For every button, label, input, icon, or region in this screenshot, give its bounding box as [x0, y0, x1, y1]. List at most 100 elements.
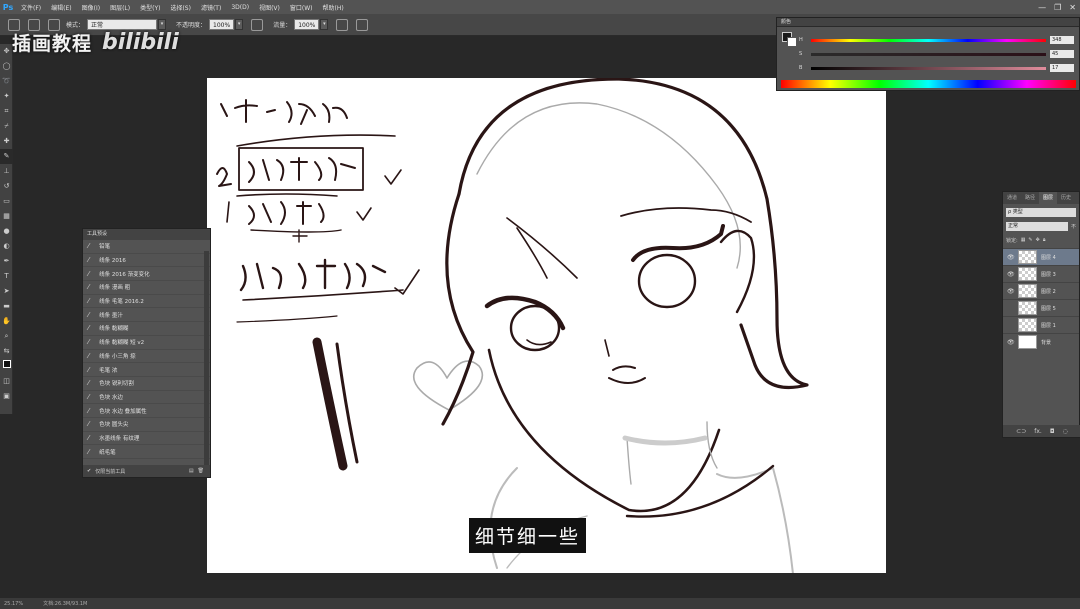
menu-3d[interactable]: 3D(D)	[226, 4, 254, 11]
brightness-slider[interactable]	[811, 67, 1046, 70]
background-swatch[interactable]	[787, 37, 797, 47]
eye-icon[interactable]: 👁︎	[1007, 339, 1015, 346]
link-layers-icon[interactable]: ⊂⊃	[1016, 428, 1026, 435]
hand-tool-icon[interactable]: ✋	[0, 314, 13, 329]
shape-tool-icon[interactable]: ▬	[0, 299, 13, 314]
brush-tool-icon[interactable]: ✎	[0, 149, 13, 164]
lasso-tool-icon[interactable]: ➰	[0, 74, 13, 89]
gradient-tool-icon[interactable]: ▦	[0, 209, 13, 224]
tab-paths[interactable]: 路径	[1021, 192, 1039, 204]
close-icon[interactable]: ✕	[1069, 3, 1076, 12]
preset-item[interactable]: ⁄ 色块 水边 叠加属性	[83, 404, 210, 418]
lock-pixels-icon[interactable]: ▦	[1021, 237, 1026, 243]
brightness-value-input[interactable]: 17	[1050, 64, 1074, 72]
preset-item[interactable]: ⁄ 纸毛笔	[83, 445, 210, 459]
preset-item[interactable]: ⁄ 线条 黏糊糊	[83, 322, 210, 336]
pressure-size-icon[interactable]	[356, 18, 369, 31]
quick-mask-icon[interactable]: ◫	[0, 374, 13, 389]
history-brush-icon[interactable]: ↺	[0, 179, 13, 194]
chevron-down-icon[interactable]: ▾	[235, 19, 244, 30]
preset-item[interactable]: ⁄ 色块 锐利切割	[83, 377, 210, 391]
type-tool-icon[interactable]: T	[0, 269, 13, 284]
preset-item[interactable]: ⁄ 毛笔 浓	[83, 363, 210, 377]
menu-layer[interactable]: 图层(L)	[105, 3, 135, 12]
menu-select[interactable]: 选择(S)	[165, 3, 196, 12]
preset-item[interactable]: ⁄ 线条 2016	[83, 254, 210, 268]
menu-type[interactable]: 类型(Y)	[135, 3, 165, 12]
document-canvas[interactable]	[207, 78, 886, 573]
chevron-down-icon[interactable]: ▾	[320, 19, 329, 30]
preset-item[interactable]: ⁄ 线条 毛笔 2016.2	[83, 295, 210, 309]
layer-name: 图层 2	[1041, 288, 1056, 295]
preset-item[interactable]: ⁄ 铅笔	[83, 240, 210, 254]
zoom-level[interactable]: 25.17%	[4, 601, 23, 607]
flow-input[interactable]: 100%	[294, 19, 320, 30]
restore-icon[interactable]: ❐	[1054, 3, 1061, 12]
trash-icon[interactable]: 🗑︎	[198, 468, 204, 474]
pressure-opacity-icon[interactable]	[251, 18, 264, 31]
menu-help[interactable]: 帮助(H)	[318, 3, 349, 12]
menu-filter[interactable]: 滤镜(T)	[196, 3, 226, 12]
preset-item[interactable]: ⁄ 线条 漫画 粗	[83, 281, 210, 295]
menu-image[interactable]: 图像(I)	[77, 3, 105, 12]
dodge-tool-icon[interactable]: ◐	[0, 239, 13, 254]
layer-row[interactable]: 👁︎ 图层 2	[1003, 282, 1079, 299]
preset-item[interactable]: ⁄ 线条 黏糊糊 短 v2	[83, 336, 210, 350]
preset-scrollbar[interactable]	[204, 251, 209, 471]
layer-row[interactable]: 👁︎ 图层 3	[1003, 265, 1079, 282]
zoom-tool-icon[interactable]: ⌕	[0, 329, 13, 344]
tab-channels[interactable]: 通道	[1003, 192, 1021, 204]
menu-file[interactable]: 文件(F)	[16, 3, 46, 12]
lock-brush-icon[interactable]: ✎	[1028, 237, 1032, 243]
foreground-color-swatch[interactable]	[0, 359, 13, 374]
screen-mode-icon[interactable]: ▣	[0, 389, 13, 404]
color-spectrum[interactable]	[781, 80, 1076, 88]
preset-item[interactable]: ⁄ 线条 小三角 捺	[83, 350, 210, 364]
marquee-tool-icon[interactable]: ◯	[0, 59, 13, 74]
lock-position-icon[interactable]: ✥	[1036, 237, 1040, 243]
menu-edit[interactable]: 编辑(E)	[46, 3, 76, 12]
preset-item[interactable]: ⁄ 色块 水边	[83, 391, 210, 405]
saturation-slider[interactable]	[811, 53, 1046, 56]
pen-tool-icon[interactable]: ✒	[0, 254, 13, 269]
eye-icon[interactable]: 👁︎	[1007, 271, 1015, 278]
hue-value-input[interactable]: 348	[1050, 36, 1074, 44]
blur-tool-icon[interactable]: ●	[0, 224, 13, 239]
adjustment-icon[interactable]: ◌	[1063, 428, 1068, 435]
preset-item[interactable]: ⁄ 线条 墨汁	[83, 308, 210, 323]
layer-row[interactable]: 👁︎ 图层 4	[1003, 248, 1079, 265]
blend-mode-select[interactable]: 正常	[1006, 221, 1068, 231]
mask-icon[interactable]: ◘	[1050, 428, 1055, 435]
layer-row[interactable]: 图层 1	[1003, 316, 1079, 333]
airbrush-icon[interactable]	[336, 18, 349, 31]
layer-kind-filter[interactable]: ρ 类型	[1006, 207, 1076, 217]
preset-item[interactable]: ⁄ 线条 2016 渐变变化	[83, 267, 210, 282]
preset-item[interactable]: ⁄ 水墨线条 有纹理	[83, 432, 210, 446]
healing-tool-icon[interactable]: ✚	[0, 134, 13, 149]
fx-icon[interactable]: fx.	[1034, 428, 1042, 435]
menu-window[interactable]: 窗口(W)	[285, 3, 318, 12]
minimize-icon[interactable]: —	[1038, 3, 1046, 12]
layer-thumbnail	[1018, 301, 1037, 315]
opacity-input[interactable]: 100%	[209, 19, 235, 30]
layer-row[interactable]: 图层 5	[1003, 299, 1079, 316]
checkbox-icon[interactable]: ✔	[87, 468, 91, 474]
crop-tool-icon[interactable]: ⌗	[0, 104, 13, 119]
tab-history[interactable]: 历史	[1057, 192, 1075, 204]
new-preset-icon[interactable]: ▤	[189, 468, 194, 474]
eye-icon[interactable]: 👁︎	[1007, 288, 1015, 295]
eraser-tool-icon[interactable]: ▭	[0, 194, 13, 209]
tab-layers[interactable]: 图层	[1039, 192, 1058, 204]
path-select-icon[interactable]: ➤	[0, 284, 13, 299]
magic-wand-icon[interactable]: ✦	[0, 89, 13, 104]
layer-row[interactable]: 👁︎ 背景	[1003, 333, 1079, 350]
stamp-tool-icon[interactable]: ⊥	[0, 164, 13, 179]
preset-item[interactable]: ⁄ 色块 圆头尖	[83, 418, 210, 432]
lock-all-icon[interactable]: 🔒︎	[1043, 237, 1046, 243]
hue-slider[interactable]	[811, 39, 1046, 42]
eyedropper-icon[interactable]: ⌿	[0, 119, 13, 134]
saturation-value-input[interactable]: 45	[1050, 50, 1074, 58]
eye-icon[interactable]: 👁︎	[1007, 254, 1015, 261]
menu-view[interactable]: 视图(V)	[254, 3, 285, 12]
swap-colors-icon[interactable]: ⇆	[0, 344, 13, 359]
